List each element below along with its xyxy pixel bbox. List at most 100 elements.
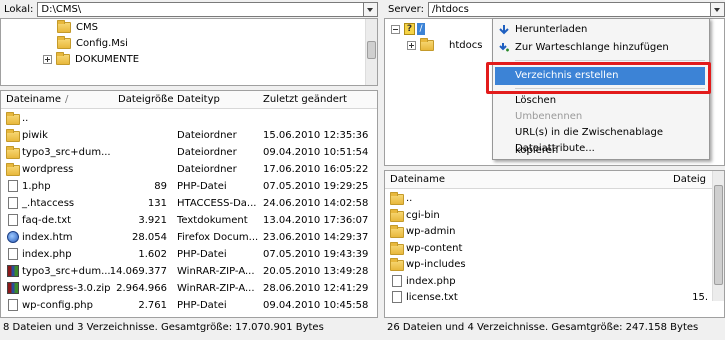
table-row[interactable]: license.txt 15.	[385, 290, 712, 306]
folder-icon	[57, 19, 71, 33]
cell-name: wordpress-3.0.zip	[22, 283, 111, 294]
server-path-bar: Server: /htdocs	[384, 0, 725, 18]
folder-icon	[390, 258, 404, 271]
cell-date: 09.04.2010 10:51:54	[263, 147, 369, 158]
cell-type: HTACCESS-Da...	[177, 198, 257, 209]
menu-item-label: Herunterladen	[515, 24, 588, 35]
table-row[interactable]: cgi-bin	[385, 208, 712, 224]
table-row[interactable]: wp-config.php 2.761 PHP-Datei 09.04.2010 10…	[1, 298, 377, 314]
cell-name: typo3_src+dum...	[22, 266, 111, 277]
tree-item-root-label: /	[417, 23, 425, 35]
table-row[interactable]: wordpress-3.0.zip 2.964.966 WinRAR-ZIP-A..…	[1, 281, 377, 297]
server-list-scrollbar[interactable]	[712, 171, 724, 301]
cell-size: 2.964.966	[116, 283, 167, 294]
table-row[interactable]: ..	[385, 191, 712, 207]
menu-item-label: Zur Warteschlange hinzufügen	[515, 42, 669, 53]
menu-item-label: Dateiattribute...	[515, 143, 595, 154]
cell-name: ..	[22, 113, 29, 124]
column-filesize[interactable]: Dateig	[673, 174, 706, 185]
cell-type: Dateiordner	[177, 147, 237, 158]
tree-item-label: CMS	[76, 21, 98, 33]
cell-type: PHP-Datei	[177, 249, 227, 260]
zip-archive-icon	[7, 282, 19, 294]
tree-item-root[interactable]: ? /	[391, 21, 430, 37]
local-path-dropdown-icon[interactable]	[364, 1, 378, 17]
table-row[interactable]: wp-includes	[385, 257, 712, 273]
cell-size: 1.602	[138, 249, 167, 260]
scrollbar-thumb[interactable]	[367, 41, 376, 59]
cell-size: 3.921	[138, 215, 167, 226]
menu-item-label: Löschen	[515, 95, 557, 106]
cell-name: piwik	[22, 130, 48, 141]
cell-type: Dateiordner	[177, 130, 237, 141]
cell-name: index.php	[406, 275, 456, 287]
local-tree-scrollbar[interactable]	[365, 19, 377, 85]
tree-item-cms[interactable]: CMS	[57, 19, 98, 35]
cell-type: WinRAR-ZIP-A...	[177, 283, 255, 294]
cell-date: 28.06.2010 12:41:29	[263, 283, 369, 294]
cell-date: 23.06.2010 14:29:37	[263, 232, 369, 243]
cell-size: 2.761	[138, 300, 167, 311]
server-path-label: Server:	[388, 3, 424, 15]
table-row[interactable]: 1.php 89 PHP-Datei 07.05.2010 19:29:25	[1, 179, 377, 195]
menu-item-file-attributes[interactable]: Dateiattribute...	[493, 140, 709, 158]
tree-item-htdocs[interactable]: htdocs	[407, 37, 482, 53]
column-filename[interactable]: Dateiname	[390, 174, 445, 185]
cell-date: 15.06.2010 12:35:36	[263, 130, 369, 141]
local-status-bar: 8 Dateien und 3 Verzeichnisse. Gesamtgrö…	[0, 320, 378, 336]
expand-icon[interactable]	[407, 40, 416, 50]
cell-type: Textdokument	[177, 215, 248, 226]
cell-date: 09.04.2010 10:45:58	[263, 300, 369, 311]
sort-indicator: /	[65, 94, 69, 105]
cell-date: 07.05.2010 19:43:39	[263, 249, 369, 260]
file-icon	[8, 197, 18, 209]
queue-add-icon	[499, 43, 509, 52]
cell-name: wp-content	[406, 242, 463, 254]
folder-icon	[420, 37, 434, 51]
menu-separator	[515, 60, 705, 61]
column-filename[interactable]: Dateiname	[6, 94, 61, 105]
zip-archive-icon	[7, 265, 19, 277]
cell-name: license.txt	[406, 292, 458, 303]
server-path-dropdown-icon[interactable]	[711, 1, 725, 17]
tree-item-config-msi[interactable]: Config.Msi	[57, 35, 128, 51]
expand-icon[interactable]	[43, 54, 52, 64]
tree-item-dokumente[interactable]: DOKUMENTE	[43, 51, 139, 67]
local-path-bar: Lokal: D:\CMS\	[0, 0, 378, 18]
table-row[interactable]: faq-de.txt 3.921 Textdokument 13.04.2010 17…	[1, 213, 377, 229]
local-tree: CMS Config.Msi DOKUMENTE	[0, 18, 378, 86]
cell-size: 28.054	[132, 232, 167, 243]
table-row[interactable]: ..	[1, 111, 377, 127]
server-file-list: Dateiname Dateig .. cgi-bin wp-admin wp-con…	[384, 170, 725, 318]
table-row[interactable]: wp-content	[385, 241, 712, 257]
cell-name: wp-includes	[406, 259, 466, 270]
table-row[interactable]: piwik Dateiordner 15.06.2010 12:35:36	[1, 128, 377, 144]
table-row[interactable]: wordpress Dateiordner 17.06.2010 16:05:22	[1, 162, 377, 178]
cell-size: 15.	[692, 292, 708, 303]
local-path-input[interactable]: D:\CMS\	[37, 1, 364, 17]
column-filesize[interactable]: Dateigröße	[118, 94, 174, 105]
menu-item-download[interactable]: Herunterladen	[493, 21, 709, 39]
column-modified[interactable]: Zuletzt geändert	[263, 94, 347, 105]
server-path-input[interactable]: /htdocs	[428, 1, 711, 17]
cell-name: 1.php	[22, 181, 51, 192]
folder-icon	[56, 51, 70, 65]
cell-type: PHP-Datei	[177, 181, 227, 192]
cell-name: cgi-bin	[406, 209, 440, 221]
table-row[interactable]: wp-admin	[385, 224, 712, 240]
cell-date: 13.04.2010 17:36:07	[263, 215, 369, 226]
scrollbar-thumb[interactable]	[714, 185, 723, 285]
collapse-icon[interactable]	[391, 24, 400, 34]
cell-size: 89	[154, 181, 167, 192]
table-row[interactable]: typo3_src+dum... Dateiordner 09.04.2010 10…	[1, 145, 377, 161]
column-filetype[interactable]: Dateityp	[177, 94, 220, 105]
table-row[interactable]: index.htm 28.054 Firefox Docum... 23.06.201…	[1, 230, 377, 246]
cell-type: Firefox Docum...	[177, 232, 259, 243]
table-row[interactable]: index.php	[385, 274, 712, 290]
table-row[interactable]: typo3_src+dum... 14.069.377 WinRAR-ZIP-A..…	[1, 264, 377, 280]
file-icon	[392, 274, 402, 287]
table-row[interactable]: index.php 1.602 PHP-Datei 07.05.2010 19:43:…	[1, 247, 377, 263]
cell-date: 20.05.2010 13:49:28	[263, 266, 369, 277]
table-row[interactable]: _.htaccess 131 HTACCESS-Da... 24.06.2010 14…	[1, 196, 377, 212]
menu-item-add-to-queue[interactable]: Zur Warteschlange hinzufügen	[493, 39, 709, 57]
